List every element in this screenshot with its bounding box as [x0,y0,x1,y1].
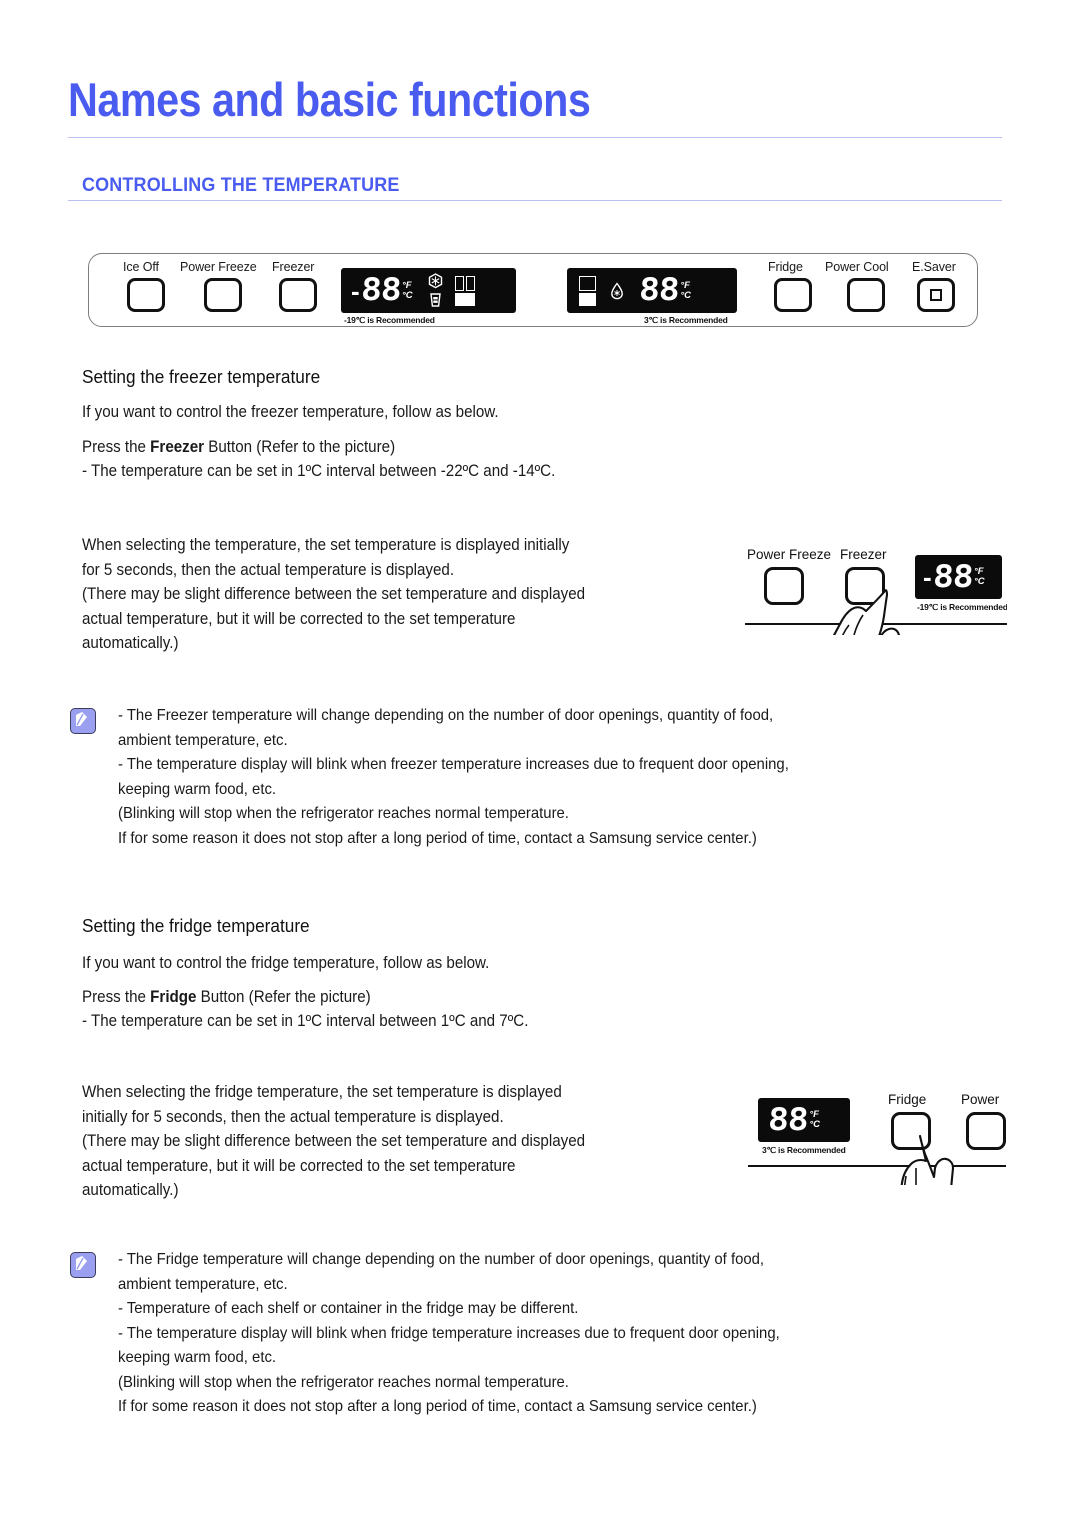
freezer-unit-c: °C [402,289,413,301]
e-saver-button[interactable] [917,278,955,312]
freezer-range-line: - The temperature can be set in 1ºC inte… [82,462,556,480]
fridge-press-suffix: Button (Refer the picture) [196,988,371,1006]
title-divider [68,137,1002,138]
freezer-digits: 88 [359,272,402,308]
fridge-note-text: - The Fridge temperature will change dep… [118,1250,780,1415]
fridge-label: Fridge [768,260,803,274]
fridge-body-text: When selecting the fridge temperature, t… [82,1083,586,1199]
figure-freezer-display: - 88 °F °C [915,555,1002,599]
figure-power-freeze-button[interactable] [764,567,804,605]
water-drop-icon [611,281,623,299]
figure-fridge-label: Fridge [888,1092,927,1107]
freezer-detail-figure: Power Freeze Freezer - 88 °F °C -19℃ is … [745,545,1007,635]
figure-freezer-label: Freezer [840,547,887,562]
note-pen-icon [76,712,87,726]
freezer-temperature-display: - 88 °F °C [341,268,516,313]
control-panel-diagram: Ice Off Power Freeze Freezer - 88 °F °C [88,253,978,327]
figure-power-freeze-label: Power Freeze [747,547,832,562]
figure-fridge-unit-c: °C [809,1119,820,1130]
fridge-unit-f: °F [680,279,690,291]
fridge-press-line: Press the Fridge Button (Refer the pictu… [82,985,371,1010]
ice-off-label: Ice Off [123,260,159,274]
freezer-intro-text: If you want to control the freezer tempe… [82,403,499,421]
freezer-press-bold: Freezer [150,438,205,456]
figure-freezer-unit-c: °C [974,576,985,587]
fridge-detail-figure: 88 °F °C 3℃ is Recommended Fridge Power [748,1090,1006,1185]
freezer-press-prefix: Press the [82,438,151,456]
figure-fridge-digits: 88 [766,1101,809,1138]
freezer-unit-f: °F [402,279,412,291]
fridge-section-heading: Setting the fridge temperature [82,915,310,936]
freezer-label: Freezer [272,260,315,274]
freezer-body-text: When selecting the temperature, the set … [82,536,586,652]
freezer-note-text: - The Freezer temperature will change de… [118,706,789,847]
figure-freezer-digits: 88 [931,558,974,595]
e-saver-label: E.Saver [912,260,956,274]
fridge-unit-c: °C [680,289,691,301]
fridge-button[interactable] [774,278,812,312]
freezer-minus-sign: - [351,275,360,306]
figure-freezer-minus: - [923,562,932,592]
cubed-ice-icon [428,273,442,289]
ice-type-icon-group [427,273,444,308]
e-saver-indicator-icon [930,289,942,301]
freezer-recommend-text: -19℃ is Recommended [344,315,435,325]
figure-power-label: Power [961,1092,1000,1107]
figure-fridge-display: 88 °F °C [758,1098,850,1142]
fridge-unit-stack: °F °C [680,279,691,301]
fridge-intro-text: If you want to control the fridge temper… [82,954,490,972]
section-title: CONTROLLING THE TEMPERATURE [82,174,400,196]
power-cool-button[interactable] [847,278,885,312]
freezer-press-suffix: Button (Refer to the picture) [204,438,396,456]
freezer-section-heading: Setting the freezer temperature [82,366,321,387]
figure-fridge-units: °F °C [809,1110,820,1130]
fridge-layout-icon [454,275,475,306]
note-icon [70,708,96,734]
power-freeze-button[interactable] [204,278,242,312]
fridge-recommend-text: 3℃ is Recommended [644,315,728,325]
figure-fridge-recommend: 3℃ is Recommended [762,1145,846,1155]
fridge-press-prefix: Press the [82,988,151,1006]
fridge-layout-icon [579,275,596,306]
fridge-range-line: - The temperature can be set in 1ºC inte… [82,1012,529,1030]
pointing-hand-icon [832,589,900,635]
fridge-digits: 88 [637,272,680,308]
pointing-hand-icon [900,1134,955,1185]
freezer-press-line: Press the Freezer Button (Refer to the p… [82,435,395,460]
section-divider [68,200,1002,201]
page-title: Names and basic functions [68,73,591,126]
freezer-button[interactable] [279,278,317,312]
note-pen-icon [76,1256,87,1270]
ice-off-button[interactable] [127,278,165,312]
fridge-temperature-display: 88 °F °C [567,268,737,313]
note-icon [70,1252,96,1278]
crushed-ice-icon [429,293,441,307]
figure-freezer-units: °F °C [974,567,985,587]
figure-freezer-recommend: -19℃ is Recommended [917,602,1007,612]
freezer-unit-stack: °F °C [402,279,413,301]
power-cool-label: Power Cool [825,260,889,274]
power-freeze-label: Power Freeze [180,260,257,274]
fridge-press-bold: Fridge [150,988,197,1006]
